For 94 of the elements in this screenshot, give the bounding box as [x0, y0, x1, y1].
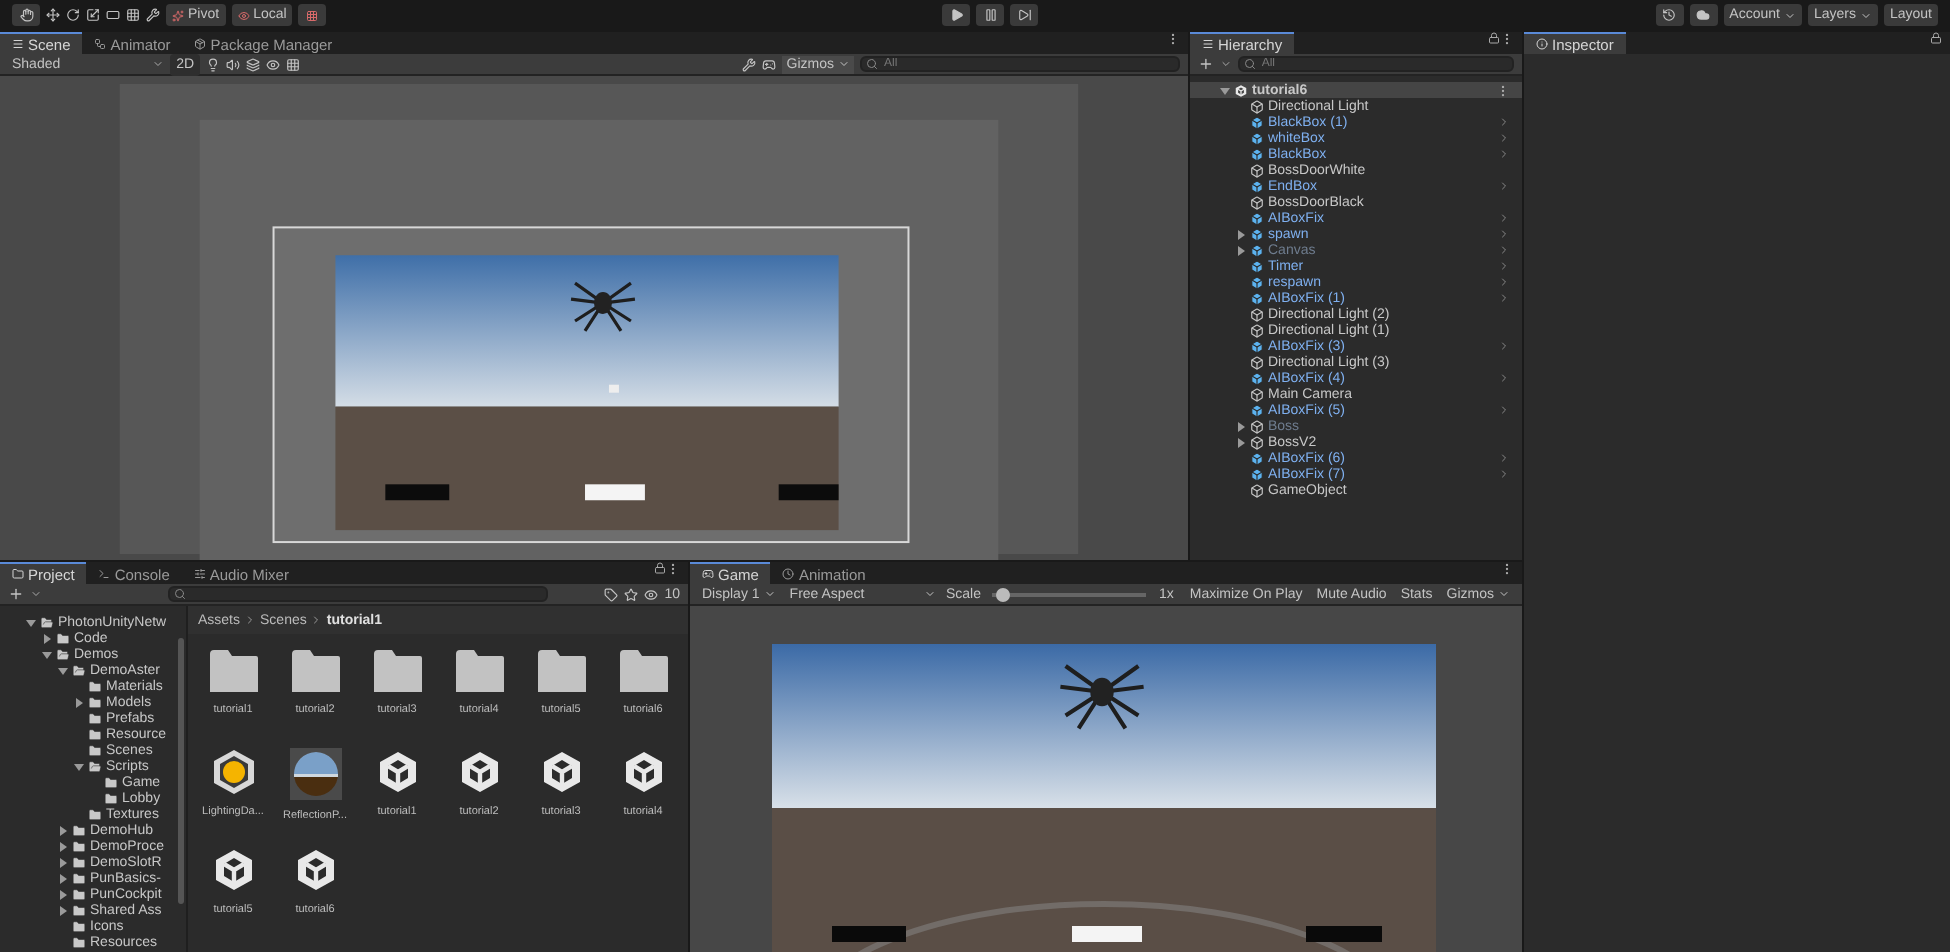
expanded-arrow-icon[interactable]: [56, 664, 68, 677]
scale-tool-icon[interactable]: [86, 8, 100, 22]
grid-icon: [306, 9, 319, 21]
open-folder-icon: [88, 759, 102, 774]
folder-icon: [535, 650, 587, 694]
cube-outline-icon: [1250, 355, 1264, 369]
cube-icon: [1250, 371, 1264, 385]
grid-snap-button[interactable]: [298, 4, 327, 26]
collapsed-arrow-icon[interactable]: [1234, 228, 1246, 240]
label-filter-icon[interactable]: [604, 587, 619, 601]
tools-icon[interactable]: [146, 8, 160, 22]
caret-icon[interactable]: [1219, 58, 1232, 70]
history-button[interactable]: [1655, 4, 1684, 26]
scrollbar[interactable]: [178, 638, 184, 904]
collapsed-arrow-icon[interactable]: [1234, 436, 1246, 448]
caret-icon: [1859, 9, 1872, 21]
rect-tool-icon[interactable]: [106, 8, 120, 22]
unity-logo-icon: [1234, 83, 1248, 97]
tools-icon[interactable]: [742, 57, 757, 71]
scale-slider[interactable]: [992, 587, 1147, 601]
cube-outline-icon: [1250, 99, 1264, 113]
collapsed-arrow-icon[interactable]: [56, 905, 68, 918]
expanded-arrow-icon[interactable]: [72, 760, 84, 773]
expanded-arrow-icon[interactable]: [24, 616, 36, 629]
folder-icon: [371, 650, 423, 694]
visibility-icon[interactable]: [266, 57, 281, 71]
lock-icon[interactable]: [654, 562, 666, 574]
package-icon: [194, 38, 207, 50]
grid-icon[interactable]: [286, 57, 301, 71]
chevron-right-icon: [244, 614, 257, 626]
cloud-button[interactable]: [1689, 4, 1718, 26]
add-icon[interactable]: [8, 586, 24, 602]
play-icon: [949, 8, 964, 22]
folder-icon: [207, 650, 259, 694]
expanded-arrow-icon[interactable]: [1218, 84, 1230, 96]
chevron-right-icon: [310, 614, 323, 626]
pause-icon: [983, 8, 998, 22]
search-icon: [866, 58, 878, 70]
caret-icon: [923, 588, 936, 600]
lock-icon[interactable]: [1930, 32, 1942, 44]
play-button[interactable]: [942, 4, 971, 26]
pause-button[interactable]: [976, 4, 1005, 26]
folder-icon: [56, 631, 70, 646]
history-icon: [1662, 8, 1677, 22]
collapsed-arrow-icon[interactable]: [56, 825, 68, 838]
menu-icon: [12, 38, 24, 50]
folder-icon: [12, 568, 24, 580]
graph-icon: [94, 38, 107, 50]
hand-icon: [19, 8, 33, 22]
cube-outline-icon: [1250, 483, 1264, 497]
collapsed-arrow-icon[interactable]: [40, 632, 52, 645]
info-icon: [1536, 38, 1548, 50]
lighting-settings-icon: [209, 748, 257, 796]
cube-outline-icon: [1250, 163, 1264, 177]
open-folder-icon: [40, 615, 54, 630]
collapsed-arrow-icon[interactable]: [56, 857, 68, 870]
menu-icon: [1202, 38, 1214, 50]
sliders-icon: [193, 568, 206, 580]
hand-tool-button[interactable]: [12, 4, 40, 26]
folder-icon: [453, 650, 505, 694]
reflection-probe-icon: [289, 748, 341, 800]
folder-icon: [289, 650, 341, 694]
cube-icon: [1250, 403, 1264, 417]
caret-icon: [1783, 9, 1796, 21]
cube-icon: [1250, 339, 1264, 353]
caret-icon: [838, 58, 850, 70]
collapsed-arrow-icon[interactable]: [56, 889, 68, 902]
search-field[interactable]: [168, 586, 548, 602]
favorite-icon[interactable]: [624, 587, 639, 601]
slider-thumb[interactable]: [995, 587, 1010, 601]
cube-outline-icon: [1250, 387, 1264, 401]
cloud-icon: [1696, 8, 1711, 22]
audio-icon[interactable]: [226, 57, 241, 71]
move-tool-icon[interactable]: [46, 8, 60, 22]
search-icon: [174, 588, 186, 600]
rotate-tool-icon[interactable]: [66, 8, 80, 22]
step-button[interactable]: [1010, 4, 1039, 26]
visibility-icon[interactable]: [644, 587, 659, 601]
collapsed-arrow-icon[interactable]: [72, 696, 84, 709]
cube-outline-icon: [1250, 195, 1264, 209]
clock-icon: [782, 568, 795, 580]
search-icon: [1243, 58, 1256, 70]
step-icon: [1017, 8, 1032, 22]
collapsed-arrow-icon[interactable]: [56, 841, 68, 854]
caret-icon: [763, 588, 776, 600]
caret-icon: [1498, 588, 1510, 600]
cube-icon: [1250, 179, 1264, 193]
expanded-arrow-icon[interactable]: [40, 648, 52, 661]
lock-icon[interactable]: [1488, 32, 1500, 44]
collapsed-arrow-icon[interactable]: [56, 873, 68, 886]
folder-icon: [617, 650, 669, 694]
light-icon[interactable]: [206, 57, 221, 71]
add-icon[interactable]: [1198, 56, 1214, 72]
gamepad-icon: [702, 568, 714, 580]
